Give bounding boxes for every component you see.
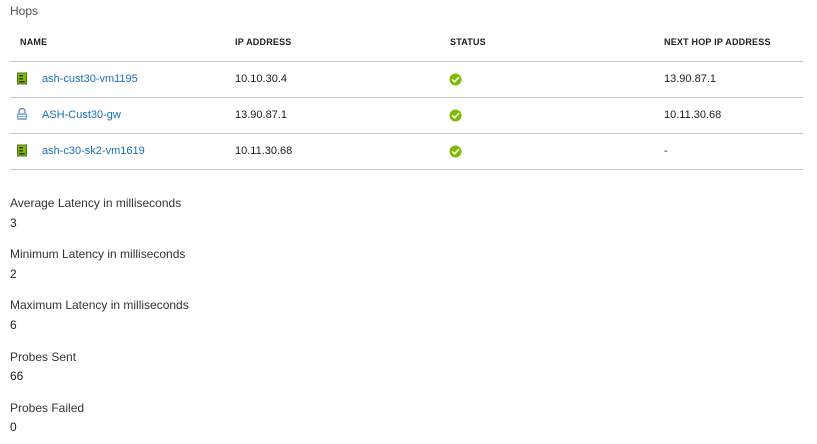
- table-row: ASH-Cust30-gw 13.90.87.1 10.11.30.68: [10, 98, 803, 134]
- status-ok-icon: [449, 145, 462, 158]
- probes-sent-value: 66: [10, 369, 24, 383]
- maximum-latency-label: Maximum Latency in milliseconds: [10, 298, 189, 312]
- status-ok-icon: [449, 109, 462, 122]
- maximum-latency-value: 6: [10, 318, 17, 332]
- probes-sent-label: Probes Sent: [10, 350, 77, 364]
- header-status[interactable]: STATUS: [450, 37, 486, 47]
- header-ip-address[interactable]: IP ADDRESS: [235, 37, 292, 47]
- average-latency-value: 3: [10, 216, 17, 230]
- hops-table: NAME IP ADDRESS STATUS NEXT HOP IP ADDRE…: [10, 27, 803, 170]
- table-row: ash-cust30-vm1195 10.10.30.4 13.90.87.1: [10, 62, 803, 98]
- gateway-icon: [16, 107, 28, 121]
- vm-icon: [16, 72, 28, 85]
- hop-name-link[interactable]: ash-c30-sk2-vm1619: [42, 145, 145, 157]
- average-latency-label: Average Latency in milliseconds: [10, 196, 182, 210]
- table-row: ash-c30-sk2-vm1619 10.11.30.68 -: [10, 134, 803, 170]
- section-title: Hops: [10, 4, 39, 18]
- hop-name-link[interactable]: ash-cust30-vm1195: [42, 73, 138, 85]
- hop-next-hop-ip: 13.90.87.1: [664, 73, 716, 85]
- header-name[interactable]: NAME: [20, 37, 47, 47]
- hop-name-link[interactable]: ASH-Cust30-gw: [42, 109, 121, 121]
- vm-icon: [16, 144, 28, 157]
- hop-next-hop-ip: 10.11.30.68: [664, 109, 722, 121]
- hop-next-hop-ip: -: [664, 145, 668, 157]
- header-next-hop-ip[interactable]: NEXT HOP IP ADDRESS: [664, 37, 771, 47]
- hop-ip: 13.90.87.1: [235, 109, 287, 121]
- status-ok-icon: [449, 73, 462, 86]
- minimum-latency-value: 2: [10, 267, 17, 281]
- probes-failed-value: 0: [10, 420, 17, 434]
- hop-ip: 10.10.30.4: [235, 73, 287, 85]
- minimum-latency-label: Minimum Latency in milliseconds: [10, 247, 186, 261]
- hop-ip: 10.11.30.68: [235, 145, 293, 157]
- probes-failed-label: Probes Failed: [10, 401, 85, 415]
- table-header: NAME IP ADDRESS STATUS NEXT HOP IP ADDRE…: [10, 27, 803, 62]
